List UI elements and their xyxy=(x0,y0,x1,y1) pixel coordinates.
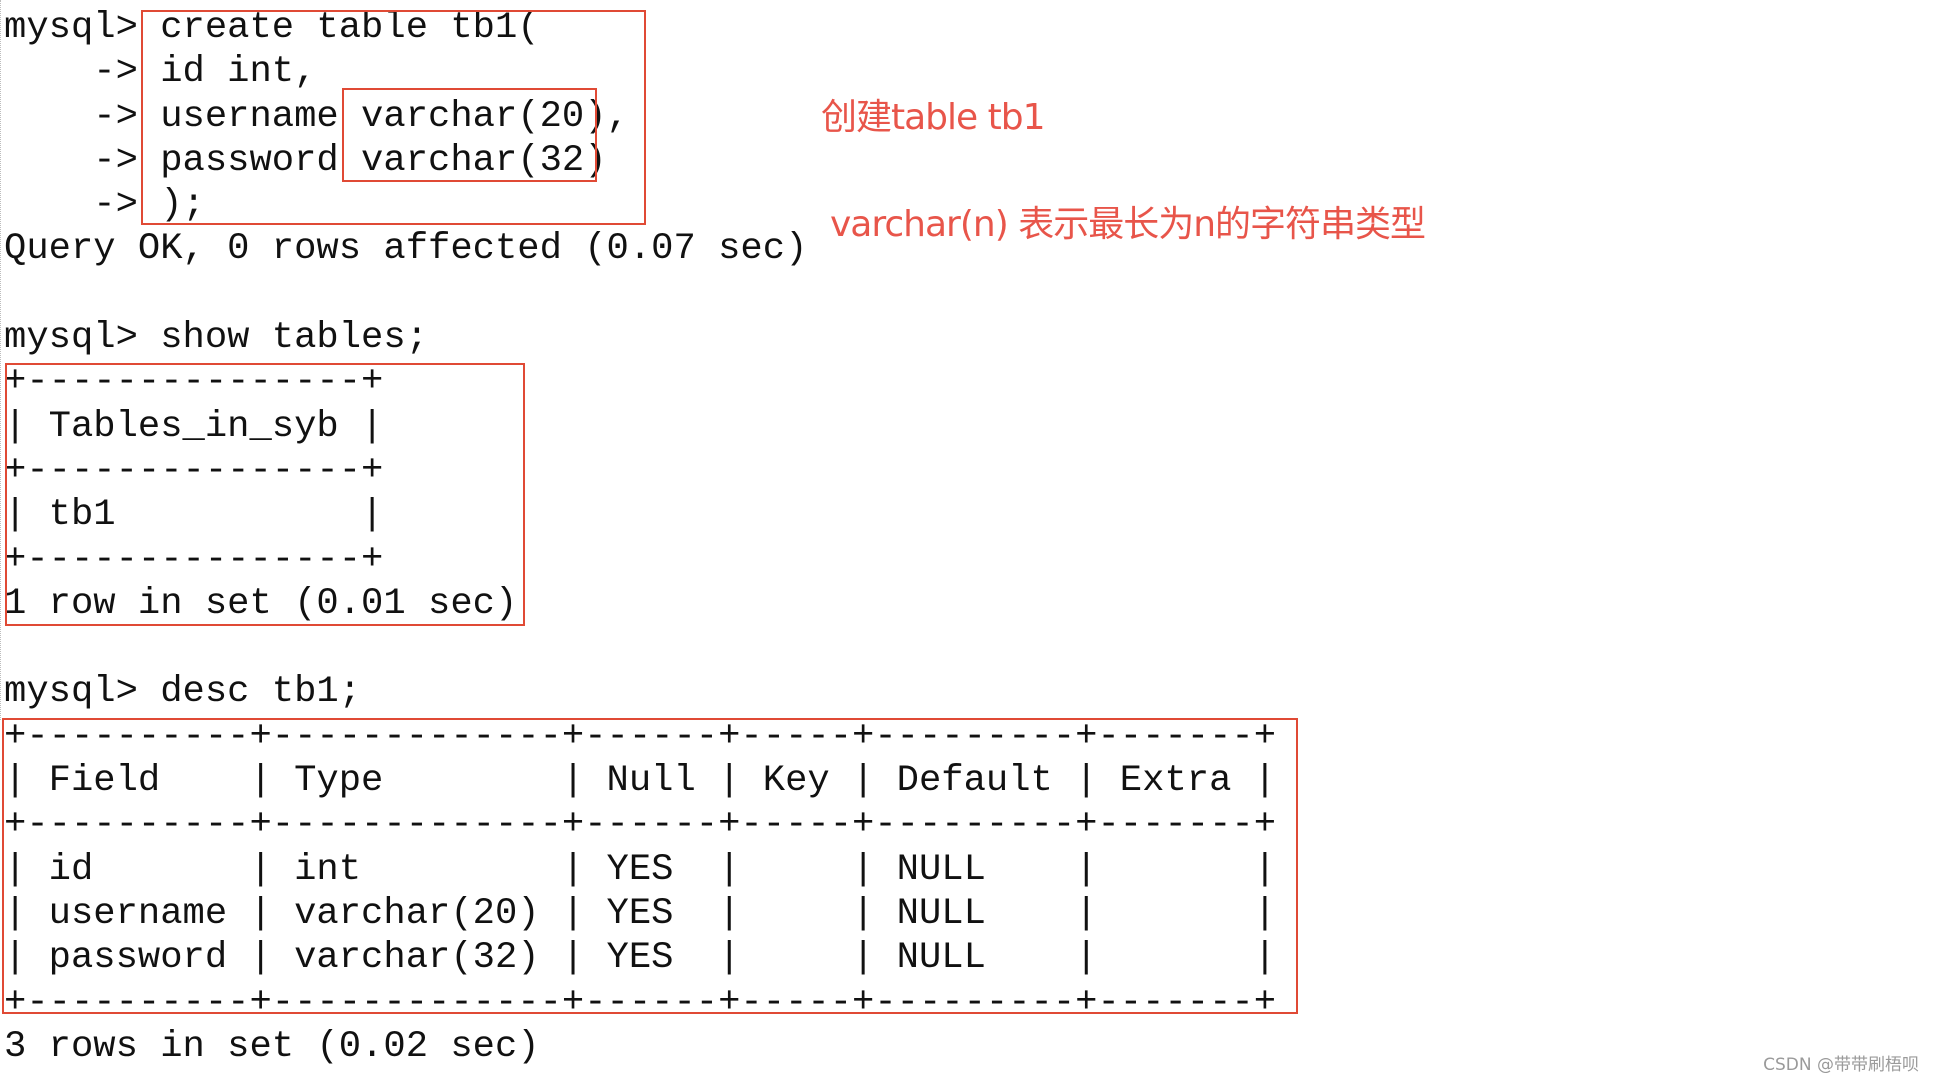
highlight-box-show-tables-result xyxy=(5,363,525,626)
highlight-box-desc-result xyxy=(2,718,1298,1014)
left-edge-artifact xyxy=(0,0,3,720)
highlight-box-varchar-types xyxy=(342,88,597,182)
annotation-create-table: 创建table tb1 xyxy=(821,97,1045,138)
terminal-line-desc-cmd: mysql> desc tb1; xyxy=(4,671,362,714)
annotation-varchar-explanation: varchar(n) 表示最长为n的字符串类型 xyxy=(830,204,1426,245)
terminal-line-show-cmd: mysql> show tables; xyxy=(4,317,429,360)
watermark: CSDN @带带刷梧呗 xyxy=(1763,1055,1919,1075)
row-count-status: 3 rows in set (0.02 sec) xyxy=(4,1025,540,1068)
